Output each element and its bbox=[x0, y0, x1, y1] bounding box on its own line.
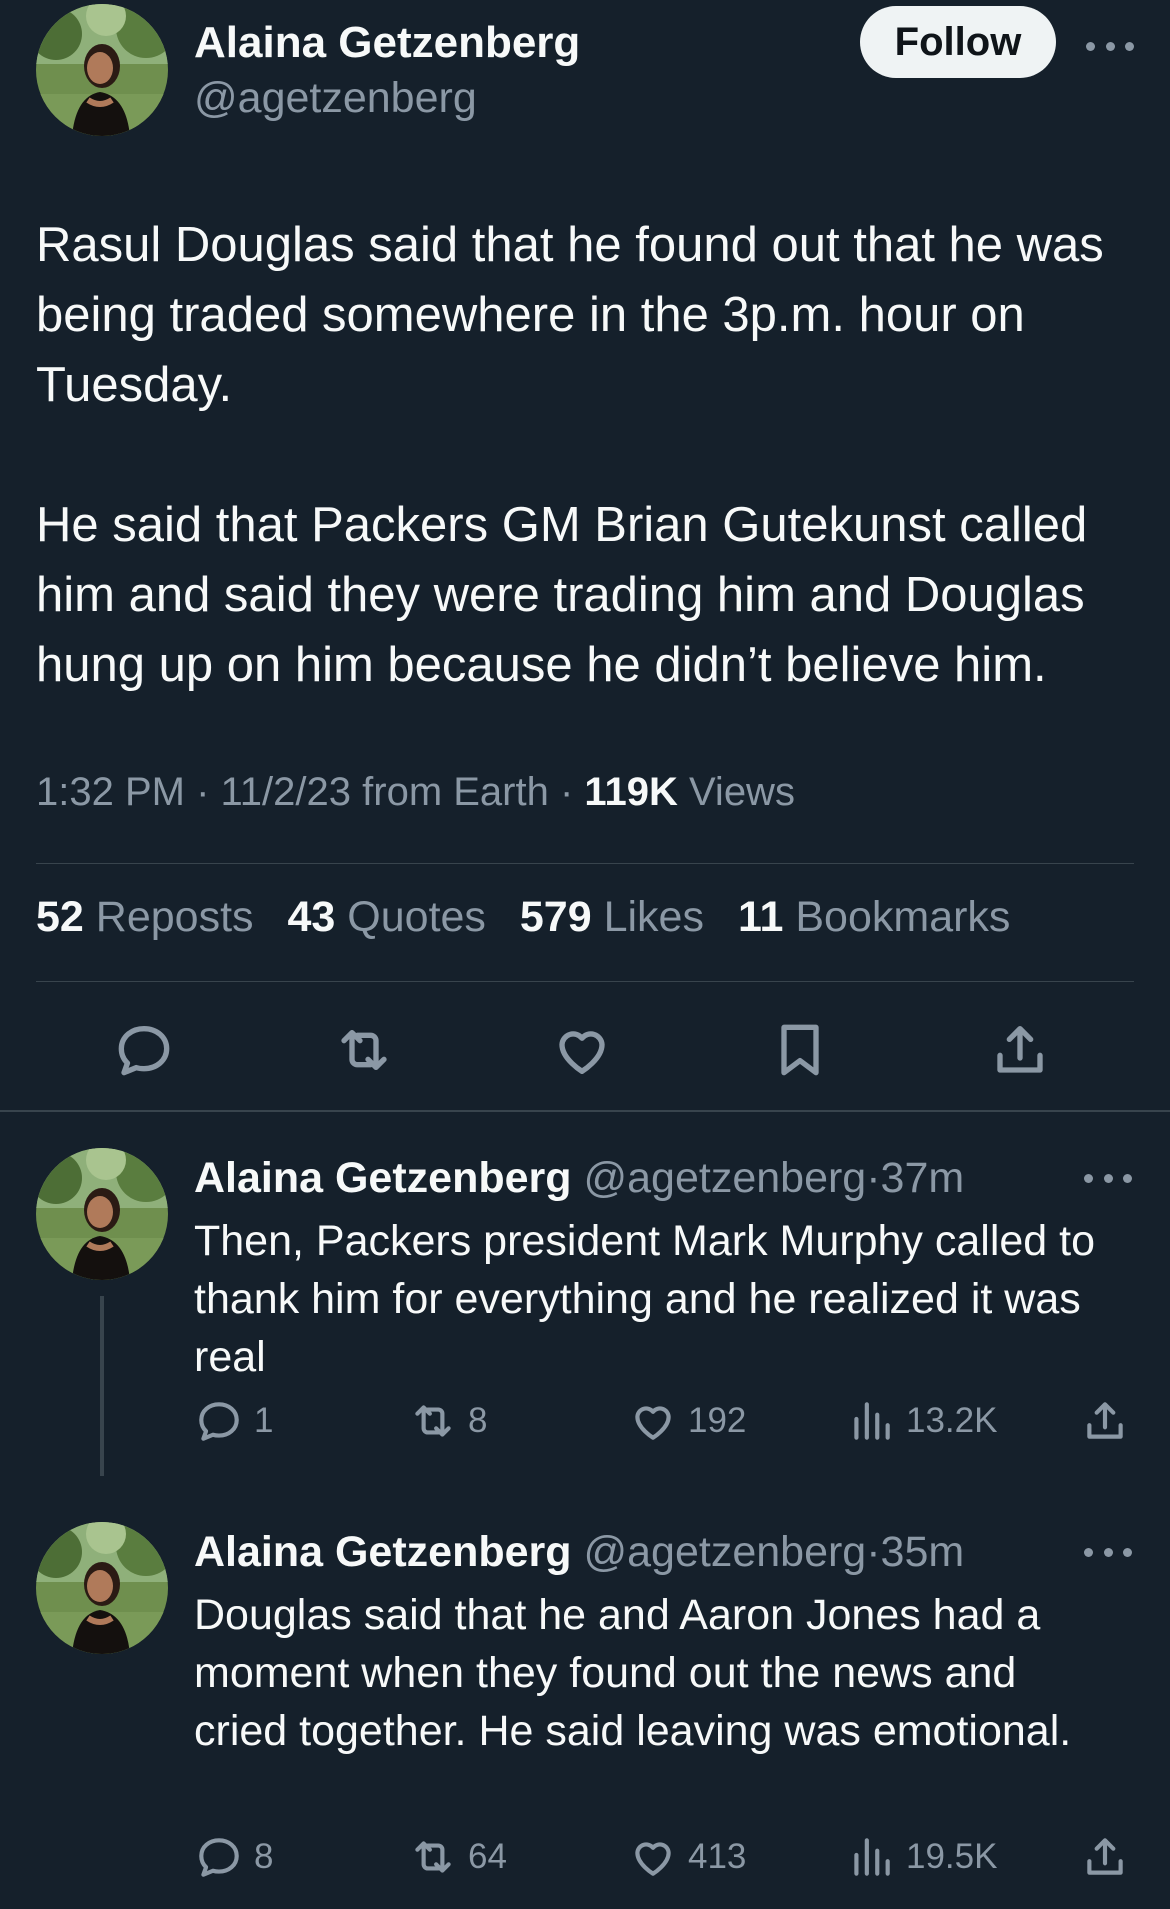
analytics-icon bbox=[854, 1402, 890, 1440]
reply-count: 1 bbox=[254, 1401, 274, 1440]
tweet-meta: 1:32 PM · 11/2/23 from Earth · 119K View… bbox=[36, 770, 795, 814]
reply-count: 8 bbox=[254, 1837, 274, 1876]
reply-action-bar: 1 8 192 13.2K bbox=[194, 1396, 1134, 1446]
repost-icon bbox=[415, 1841, 451, 1873]
avatar[interactable] bbox=[36, 1522, 168, 1654]
tweet-time[interactable]: 1:32 PM bbox=[36, 770, 185, 814]
reply-button[interactable]: 1 bbox=[194, 1396, 273, 1446]
more-options-icon[interactable] bbox=[1086, 36, 1134, 56]
view-count: 19.5K bbox=[906, 1837, 998, 1876]
avatar[interactable] bbox=[36, 4, 168, 136]
share-button[interactable] bbox=[1080, 1832, 1130, 1882]
tweet-text: Rasul Douglas said that he found out tha… bbox=[36, 218, 1104, 692]
engagement-stats: 52 Reposts 43 Quotes 579 Likes 11 Bookma… bbox=[36, 893, 1032, 942]
author-name[interactable]: Alaina Getzenberg bbox=[194, 1154, 572, 1202]
share-icon bbox=[1087, 1402, 1123, 1439]
follow-button[interactable]: Follow bbox=[860, 6, 1056, 78]
author-handle[interactable]: @agetzenberg bbox=[583, 1528, 866, 1576]
tweet-action-bar bbox=[0, 1010, 1170, 1090]
views-button[interactable]: 19.5K bbox=[846, 1832, 997, 1882]
analytics-icon bbox=[854, 1838, 890, 1876]
share-button[interactable] bbox=[1080, 1396, 1130, 1446]
reply-header: Alaina Getzenberg @agetzenberg·37m bbox=[194, 1154, 965, 1202]
tweet-date-source: 11/2/23 from Earth bbox=[220, 770, 549, 814]
like-icon bbox=[635, 1406, 671, 1440]
share-icon bbox=[1087, 1838, 1123, 1875]
reply-age[interactable]: 35m bbox=[881, 1528, 965, 1576]
reply-header: Alaina Getzenberg @agetzenberg·35m bbox=[194, 1528, 965, 1576]
like-icon[interactable] bbox=[550, 1018, 614, 1082]
author-handle[interactable]: @agetzenberg bbox=[583, 1154, 866, 1202]
like-count: 192 bbox=[688, 1401, 747, 1440]
repost-count: 64 bbox=[468, 1837, 507, 1876]
reply-action-bar: 8 64 413 19.5K bbox=[194, 1832, 1134, 1882]
repost-button[interactable]: 8 bbox=[408, 1396, 487, 1446]
reposts-stat[interactable]: 52 Reposts bbox=[36, 893, 254, 941]
author-name[interactable]: Alaina Getzenberg bbox=[194, 18, 580, 68]
repost-icon[interactable] bbox=[332, 1018, 396, 1082]
author-handle[interactable]: @agetzenberg bbox=[194, 74, 477, 123]
avatar[interactable] bbox=[36, 1148, 168, 1280]
main-tweet-header: Alaina Getzenberg @agetzenberg Follow bbox=[36, 4, 1136, 138]
likes-stat[interactable]: 579 Likes bbox=[520, 893, 704, 941]
more-options-icon[interactable] bbox=[1084, 1542, 1132, 1562]
more-options-icon[interactable] bbox=[1084, 1168, 1132, 1188]
like-button[interactable]: 413 bbox=[628, 1832, 746, 1882]
like-icon bbox=[635, 1842, 671, 1876]
like-button[interactable]: 192 bbox=[628, 1396, 746, 1446]
reply-tweet[interactable]: Alaina Getzenberg @agetzenberg·35m Dougl… bbox=[0, 1522, 1170, 1902]
divider bbox=[36, 863, 1134, 864]
bookmark-icon[interactable] bbox=[768, 1018, 832, 1082]
bookmarks-stat[interactable]: 11 Bookmarks bbox=[738, 893, 1011, 941]
reply-icon bbox=[199, 1838, 239, 1877]
quotes-stat[interactable]: 43 Quotes bbox=[288, 893, 486, 941]
reply-icon[interactable] bbox=[112, 1018, 176, 1082]
share-icon[interactable] bbox=[988, 1018, 1052, 1082]
reply-text: Then, Packers president Mark Murphy call… bbox=[194, 1217, 1096, 1381]
like-count: 413 bbox=[688, 1837, 747, 1876]
divider bbox=[36, 981, 1134, 982]
reply-button[interactable]: 8 bbox=[194, 1832, 273, 1882]
views-count: 119K bbox=[584, 770, 678, 814]
reply-icon bbox=[199, 1402, 239, 1441]
repost-count: 8 bbox=[468, 1401, 488, 1440]
repost-button[interactable]: 64 bbox=[408, 1832, 507, 1882]
reply-age[interactable]: 37m bbox=[881, 1154, 965, 1202]
author-name[interactable]: Alaina Getzenberg bbox=[194, 1528, 572, 1576]
reply-tweet[interactable]: Alaina Getzenberg @agetzenberg·37m Then,… bbox=[0, 1148, 1170, 1478]
reply-text: Douglas said that he and Aaron Jones had… bbox=[194, 1591, 1072, 1755]
view-count: 13.2K bbox=[906, 1401, 998, 1440]
section-divider bbox=[0, 1110, 1170, 1112]
views-button[interactable]: 13.2K bbox=[846, 1396, 997, 1446]
views-label: Views bbox=[688, 770, 795, 814]
repost-icon bbox=[415, 1405, 451, 1437]
